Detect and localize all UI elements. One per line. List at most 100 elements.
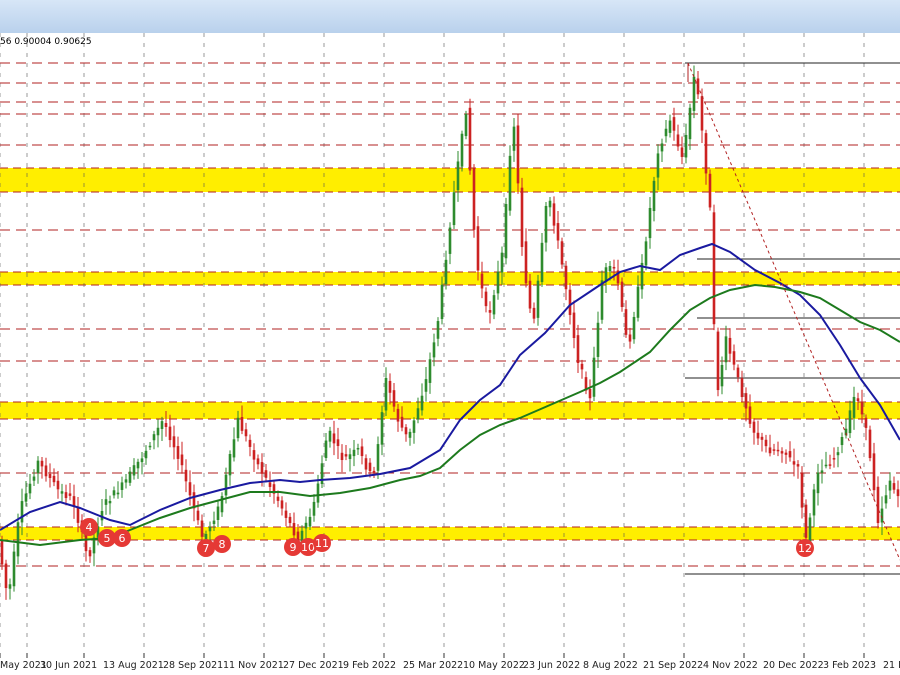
candle-body xyxy=(104,499,108,505)
x-tick-label: 27 Dec 2021 xyxy=(283,660,344,671)
candle-body xyxy=(196,510,200,521)
candle-body xyxy=(40,460,44,467)
candle-body xyxy=(608,266,612,272)
highlight-zone-1 xyxy=(0,168,900,192)
candle-body xyxy=(500,252,504,273)
candle-body xyxy=(636,286,640,318)
candle-body xyxy=(728,337,732,354)
candle-body xyxy=(168,426,172,441)
candle-body xyxy=(512,126,516,151)
candle-body xyxy=(200,520,204,537)
candle-body xyxy=(588,388,592,399)
candle-body xyxy=(560,241,564,265)
candle-body xyxy=(336,439,340,447)
candle-body xyxy=(716,331,720,391)
candle-body xyxy=(860,402,864,415)
candle-body xyxy=(768,447,772,454)
candle-body xyxy=(372,470,376,473)
candle-body xyxy=(380,412,384,445)
candle-body xyxy=(896,489,900,497)
candle-body xyxy=(660,143,664,152)
candle-body xyxy=(580,363,584,370)
candle-body xyxy=(392,390,396,407)
candle-body xyxy=(796,464,800,467)
candle-body xyxy=(652,180,656,212)
candle-body xyxy=(472,168,476,230)
candle-body xyxy=(596,322,600,357)
candle-body xyxy=(112,490,116,496)
candle-body xyxy=(76,507,80,523)
candle-body xyxy=(188,482,192,496)
x-tick-label: 11 Nov 2021 xyxy=(223,660,284,671)
candle-body xyxy=(56,480,60,490)
candle-body xyxy=(308,516,312,527)
candle-body xyxy=(384,378,388,411)
candle-body xyxy=(136,461,140,469)
x-tick-label: 21 Sep 2022 xyxy=(643,660,703,671)
candle-body xyxy=(736,367,740,378)
candle-body xyxy=(748,406,752,424)
candle-body xyxy=(212,520,216,525)
candle-body xyxy=(840,437,844,446)
candle-body xyxy=(836,452,840,456)
diagonal-trendline xyxy=(687,62,900,561)
candle-body xyxy=(432,342,436,358)
candle-body xyxy=(520,187,524,247)
candle-body xyxy=(128,471,132,483)
swing-marker-6: 6 xyxy=(113,529,131,547)
candle-body xyxy=(316,483,320,503)
candle-body xyxy=(496,271,500,294)
candle-body xyxy=(448,227,452,254)
candle-body xyxy=(20,501,24,523)
candle-body xyxy=(856,398,860,402)
swing-marker-label: 6 xyxy=(119,532,126,545)
candle-body xyxy=(552,203,556,226)
candle-body xyxy=(888,480,892,491)
candle-body xyxy=(132,465,136,476)
candle-body xyxy=(420,395,424,411)
candle-body xyxy=(632,316,636,340)
candle-body xyxy=(452,192,456,226)
candle-body xyxy=(324,440,328,459)
candle-body xyxy=(876,486,880,524)
candle-body xyxy=(620,281,624,307)
candle-body xyxy=(516,125,520,184)
candle-body xyxy=(884,495,888,504)
candle-body xyxy=(828,464,832,466)
swing-marker-label: 5 xyxy=(104,532,111,545)
candle-body xyxy=(180,454,184,466)
candle-body xyxy=(672,117,676,131)
candle-body xyxy=(156,427,160,436)
candle-body xyxy=(280,500,284,509)
candle-body xyxy=(504,204,508,259)
x-tick-label: 28 Sep 2021 xyxy=(163,660,223,671)
candle-body xyxy=(412,420,416,433)
candle-body xyxy=(356,447,360,450)
candle-body xyxy=(120,482,124,490)
candle-body xyxy=(284,510,288,518)
candle-body xyxy=(800,472,804,508)
swing-marker-11: 11 xyxy=(313,534,331,552)
candle-body xyxy=(116,492,120,495)
candle-body xyxy=(288,516,292,524)
candle-body xyxy=(24,493,28,502)
candle-body xyxy=(464,113,468,137)
candle-body xyxy=(404,427,408,435)
candle-body xyxy=(536,280,540,318)
candle-body xyxy=(368,462,372,472)
candle-body xyxy=(760,436,764,440)
candle-body xyxy=(576,335,580,363)
candle-body xyxy=(480,273,484,289)
x-tick-label: 10 May 2022 xyxy=(463,660,525,671)
candle-body xyxy=(744,393,748,409)
candle-body xyxy=(568,289,572,315)
candle-body xyxy=(700,96,704,131)
swing-marker-label: 4 xyxy=(86,521,93,534)
x-tick-label: 9 Feb 2022 xyxy=(343,660,396,671)
candle-body xyxy=(256,458,260,465)
window-title-bar xyxy=(0,0,900,34)
candle-body xyxy=(28,483,32,494)
x-tick-label: 8 Aug 2022 xyxy=(583,660,638,671)
ohlc-readout: 56 0.90004 0.90625 xyxy=(0,37,92,47)
candle-body xyxy=(524,241,528,284)
